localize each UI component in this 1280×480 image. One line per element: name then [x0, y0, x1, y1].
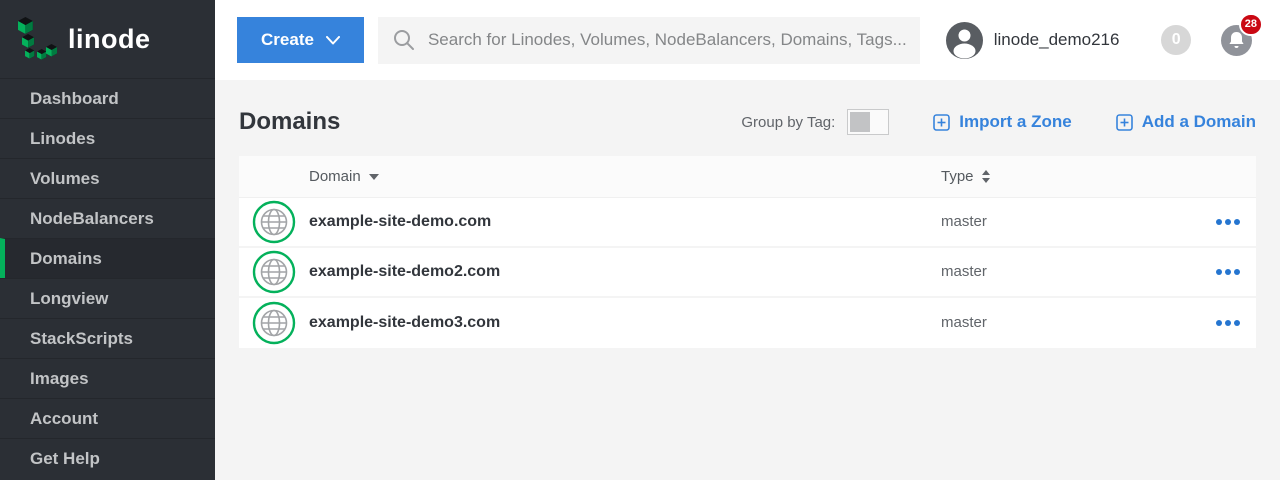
- notification-count: 28: [1245, 18, 1257, 30]
- add-domain-button[interactable]: Add a Domain: [1116, 112, 1256, 132]
- column-header-domain[interactable]: Domain: [309, 168, 941, 185]
- sidebar-item-label: Longview: [30, 289, 108, 309]
- globe-icon: [252, 200, 296, 244]
- table-row[interactable]: example-site-demo2.com master: [239, 248, 1256, 298]
- sidebar-nav: Dashboard Linodes Volumes NodeBalancers …: [0, 78, 215, 478]
- sort-both-icon: [982, 170, 990, 183]
- sidebar-item-label: NodeBalancers: [30, 209, 154, 229]
- domain-name[interactable]: example-site-demo3.com: [309, 314, 500, 331]
- topbar: Create linode_demo216 0: [215, 0, 1280, 80]
- pending-count-badge[interactable]: 0: [1161, 25, 1191, 55]
- import-zone-label: Import a Zone: [959, 112, 1071, 132]
- group-by-tag-toggle[interactable]: [847, 109, 889, 135]
- row-icon-cell: [239, 301, 309, 345]
- sort-desc-icon: [369, 174, 379, 180]
- sidebar-item-domains[interactable]: Domains: [0, 238, 215, 278]
- sidebar-item-get-help[interactable]: Get Help: [0, 438, 215, 478]
- row-icon-cell: [239, 250, 309, 294]
- globe-icon: [252, 250, 296, 294]
- sidebar-item-account[interactable]: Account: [0, 398, 215, 438]
- page-header: Domains Group by Tag: Import a Zone: [239, 98, 1256, 146]
- notification-count-badge: 28: [1239, 13, 1263, 36]
- globe-icon: [252, 301, 296, 345]
- domain-type: master: [941, 263, 987, 280]
- sidebar-item-nodebalancers[interactable]: NodeBalancers: [0, 198, 215, 238]
- column-header-domain-label: Domain: [309, 168, 361, 185]
- notifications-button[interactable]: 28: [1221, 25, 1252, 56]
- sidebar-item-linodes[interactable]: Linodes: [0, 118, 215, 158]
- username: linode_demo216: [994, 30, 1120, 50]
- sidebar: linode Dashboard Linodes Volumes NodeBal…: [0, 0, 215, 480]
- table-header-row: Domain Type: [239, 156, 1256, 198]
- search-input[interactable]: [428, 30, 906, 50]
- main-content: Domains Group by Tag: Import a Zone: [215, 80, 1280, 480]
- row-icon-cell: [239, 200, 309, 244]
- sidebar-item-label: Dashboard: [30, 89, 119, 109]
- table-row[interactable]: example-site-demo.com master: [239, 198, 1256, 248]
- sidebar-item-label: Get Help: [30, 449, 100, 469]
- row-actions-menu-button[interactable]: [1214, 314, 1242, 332]
- sidebar-item-longview[interactable]: Longview: [0, 278, 215, 318]
- sidebar-item-stackscripts[interactable]: StackScripts: [0, 318, 215, 358]
- import-zone-button[interactable]: Import a Zone: [933, 112, 1071, 132]
- sidebar-item-label: StackScripts: [30, 329, 133, 349]
- bell-icon: [1228, 31, 1245, 49]
- toggle-knob: [850, 112, 870, 132]
- sidebar-item-label: Volumes: [30, 169, 100, 189]
- sidebar-item-volumes[interactable]: Volumes: [0, 158, 215, 198]
- plus-square-icon: [933, 114, 950, 131]
- domains-table: Domain Type example-site-d: [239, 156, 1256, 348]
- sidebar-item-dashboard[interactable]: Dashboard: [0, 78, 215, 118]
- brand-name: linode: [68, 24, 151, 55]
- domain-name[interactable]: example-site-demo2.com: [309, 263, 500, 280]
- group-by-tag-label: Group by Tag:: [741, 114, 835, 131]
- create-button[interactable]: Create: [237, 17, 364, 63]
- column-header-type[interactable]: Type: [941, 168, 1196, 185]
- search-bar: [378, 17, 920, 64]
- sidebar-item-label: Account: [30, 409, 98, 429]
- header-controls: Group by Tag: Import a Zone Add a Do: [741, 109, 1256, 135]
- create-button-label: Create: [261, 30, 314, 50]
- domain-name[interactable]: example-site-demo.com: [309, 213, 491, 230]
- chevron-down-icon: [326, 36, 340, 45]
- column-header-type-label: Type: [941, 168, 974, 185]
- sidebar-item-images[interactable]: Images: [0, 358, 215, 398]
- domain-type: master: [941, 213, 987, 230]
- table-row[interactable]: example-site-demo3.com master: [239, 298, 1256, 348]
- sidebar-item-label: Domains: [30, 249, 102, 269]
- page-title: Domains: [239, 108, 340, 136]
- row-actions-menu-button[interactable]: [1214, 263, 1242, 281]
- linode-logo-icon: [14, 13, 60, 65]
- plus-square-icon: [1116, 114, 1133, 131]
- sidebar-item-label: Linodes: [30, 129, 95, 149]
- add-domain-label: Add a Domain: [1142, 112, 1256, 132]
- domain-type: master: [941, 314, 987, 331]
- sidebar-item-label: Images: [30, 369, 89, 389]
- user-menu[interactable]: linode_demo216: [946, 22, 1120, 59]
- avatar: [946, 22, 983, 59]
- linode-logo[interactable]: linode: [0, 0, 215, 78]
- pending-count: 0: [1172, 31, 1181, 49]
- user-icon: [946, 22, 983, 59]
- row-actions-menu-button[interactable]: [1214, 213, 1242, 231]
- search-icon: [392, 28, 416, 52]
